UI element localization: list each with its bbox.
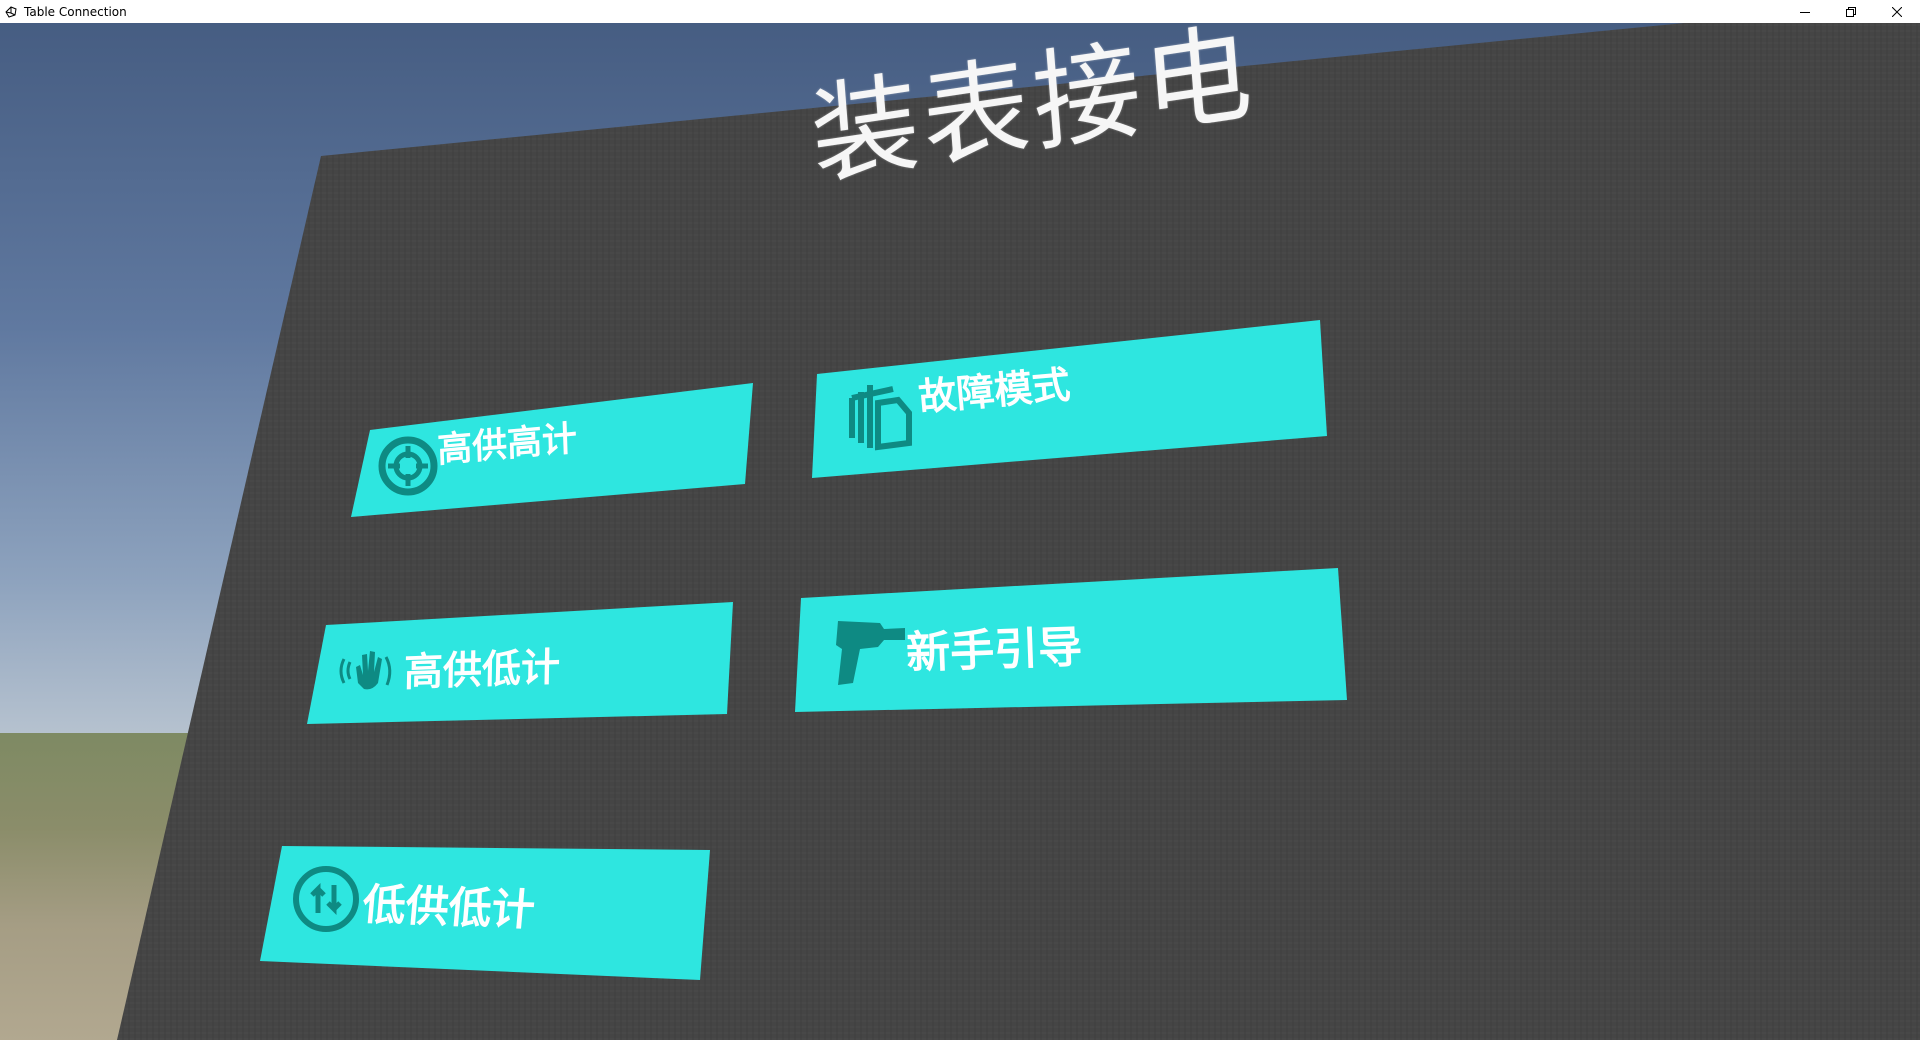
minimize-icon bbox=[1800, 11, 1810, 13]
restore-icon bbox=[1846, 6, 1856, 17]
app-window: Table Connection 装表接电 高供高计 故障模式 高供低计 新手引… bbox=[0, 0, 1920, 1040]
close-icon bbox=[1892, 6, 1902, 17]
3d-scene-viewport: 装表接电 高供高计 故障模式 高供低计 新手引导 低供低计 bbox=[0, 23, 1920, 1040]
unity-app-icon bbox=[4, 5, 18, 19]
minimize-button[interactable] bbox=[1782, 0, 1828, 23]
close-button[interactable] bbox=[1874, 0, 1920, 23]
button-label-high-low: 高供低计 bbox=[403, 645, 561, 696]
window-controls bbox=[1782, 0, 1920, 23]
restore-button[interactable] bbox=[1828, 0, 1874, 23]
title-bar[interactable]: Table Connection bbox=[0, 0, 1920, 23]
window-title: Table Connection bbox=[24, 4, 127, 19]
button-label-low-low: 低供低计 bbox=[360, 880, 537, 936]
button-label-novice-guide: 新手引导 bbox=[905, 621, 1083, 680]
